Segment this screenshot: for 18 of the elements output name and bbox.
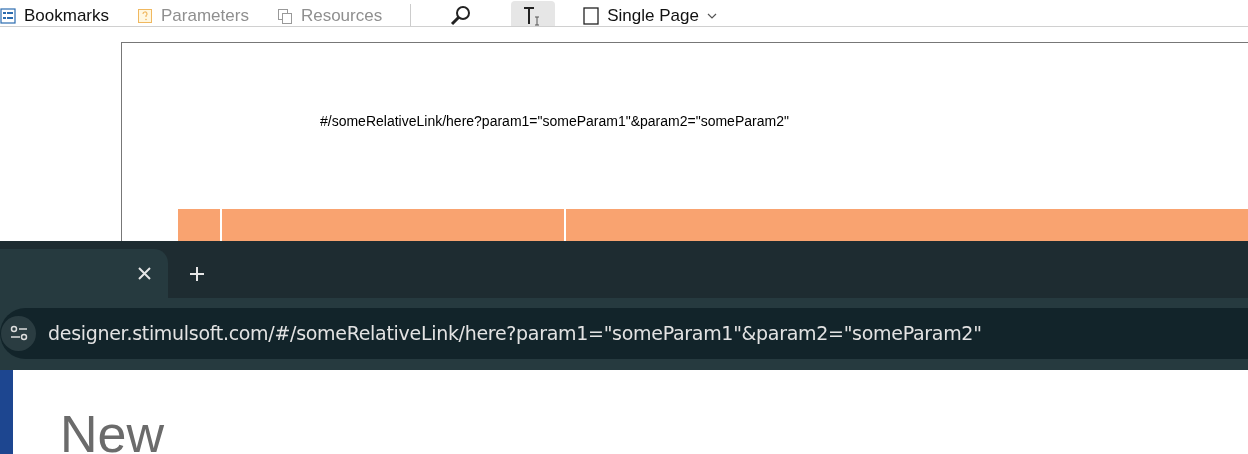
sliders-icon [9, 325, 28, 341]
site-info-button[interactable] [1, 315, 36, 351]
chevron-down-icon [706, 12, 717, 20]
documents-icon [276, 8, 293, 24]
toolbar-button[interactable]: Bookmarks [0, 3, 110, 26]
address-bar[interactable]: designer.stimulsoft.com/#/someRelativeLink/here?param1="someParam1"&param2="someParam2" [0, 307, 1248, 359]
link-text: #/someRelativeLink/here?param1="someParam1"&param2="someParam2" [320, 112, 789, 131]
search-icon [450, 5, 473, 26]
url-text: designer.stimulsoft.com/#/someRelativeLink/here?param1="someParam1"&param2="someParam2" [48, 320, 982, 346]
new-tab-icon[interactable] [189, 265, 205, 282]
question-document-icon [137, 8, 154, 24]
page-icon [583, 7, 600, 25]
tool-button[interactable] [511, 1, 556, 26]
page-heading: New [60, 408, 165, 454]
column-header [178, 209, 220, 241]
close-icon[interactable] [138, 267, 151, 280]
list-icon [0, 8, 16, 24]
view-mode-dropdown[interactable]: Single Page [583, 3, 717, 26]
